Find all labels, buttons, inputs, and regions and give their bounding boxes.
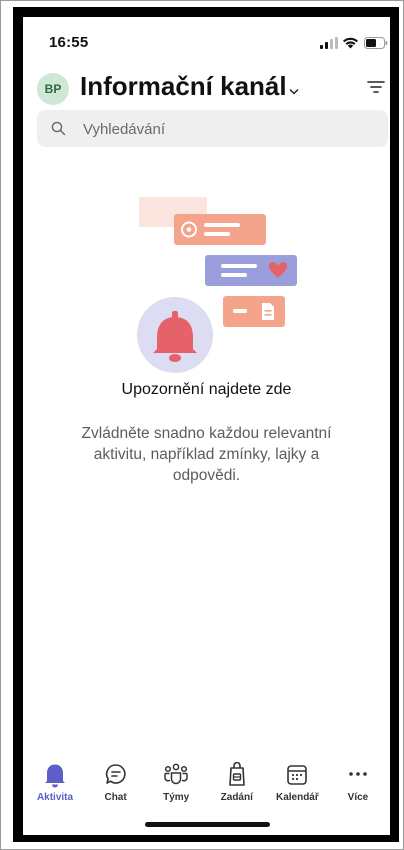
wifi-icon <box>342 36 359 54</box>
nav-label: Týmy <box>163 792 190 803</box>
nav-label: Zadání <box>220 792 253 803</box>
teams-icon <box>163 762 189 793</box>
assignments-icon <box>225 761 249 793</box>
nav-item-assignments[interactable]: Zadání <box>211 760 263 810</box>
filter-icon[interactable] <box>367 79 385 100</box>
empty-state-description: Zvládněte snadno každou relevantní aktiv… <box>81 425 332 484</box>
empty-state-title: Upozornění najdete zde <box>121 381 292 398</box>
bezel <box>13 835 399 842</box>
search-icon <box>51 121 66 141</box>
avatar[interactable]: BP <box>37 73 69 105</box>
nav-label: Kalendář <box>275 792 319 803</box>
signal-icon <box>320 36 338 54</box>
app-screen: 16:55 BP Informační kanál Vyhledávání Up… <box>23 17 390 835</box>
nav-item-chat[interactable]: Chat <box>90 760 142 810</box>
page-title[interactable]: Informační kanál <box>80 71 287 102</box>
nav-item-calendar[interactable]: Kalendář <box>271 760 323 810</box>
nav-item-teams[interactable]: Týmy <box>150 760 202 810</box>
bell-icon <box>43 762 67 793</box>
bezel <box>390 7 399 842</box>
status-time: 16:55 <box>49 34 89 51</box>
nav-label: Více <box>347 792 369 803</box>
phone-frame: 16:55 BP Informační kanál Vyhledávání Up… <box>0 0 404 850</box>
chat-icon <box>104 762 128 793</box>
bottom-nav: Aktivita Chat Týmy Zadání Kalendář Více <box>23 760 390 810</box>
more-icon <box>346 762 370 793</box>
home-indicator[interactable] <box>145 822 270 827</box>
nav-label: Chat <box>104 792 127 803</box>
search-input[interactable] <box>81 110 375 149</box>
notifications-illustration <box>127 195 317 375</box>
nav-label: Aktivita <box>36 792 74 803</box>
bezel <box>13 7 23 842</box>
search-bar[interactable] <box>37 110 388 149</box>
bezel <box>13 7 399 17</box>
battery-icon <box>364 36 388 54</box>
status-bar: 16:55 <box>23 17 390 61</box>
nav-item-activity[interactable]: Aktivita <box>29 760 81 810</box>
nav-item-more[interactable]: Více <box>332 760 384 810</box>
calendar-icon <box>285 762 309 793</box>
chevron-down-icon[interactable] <box>289 83 299 101</box>
